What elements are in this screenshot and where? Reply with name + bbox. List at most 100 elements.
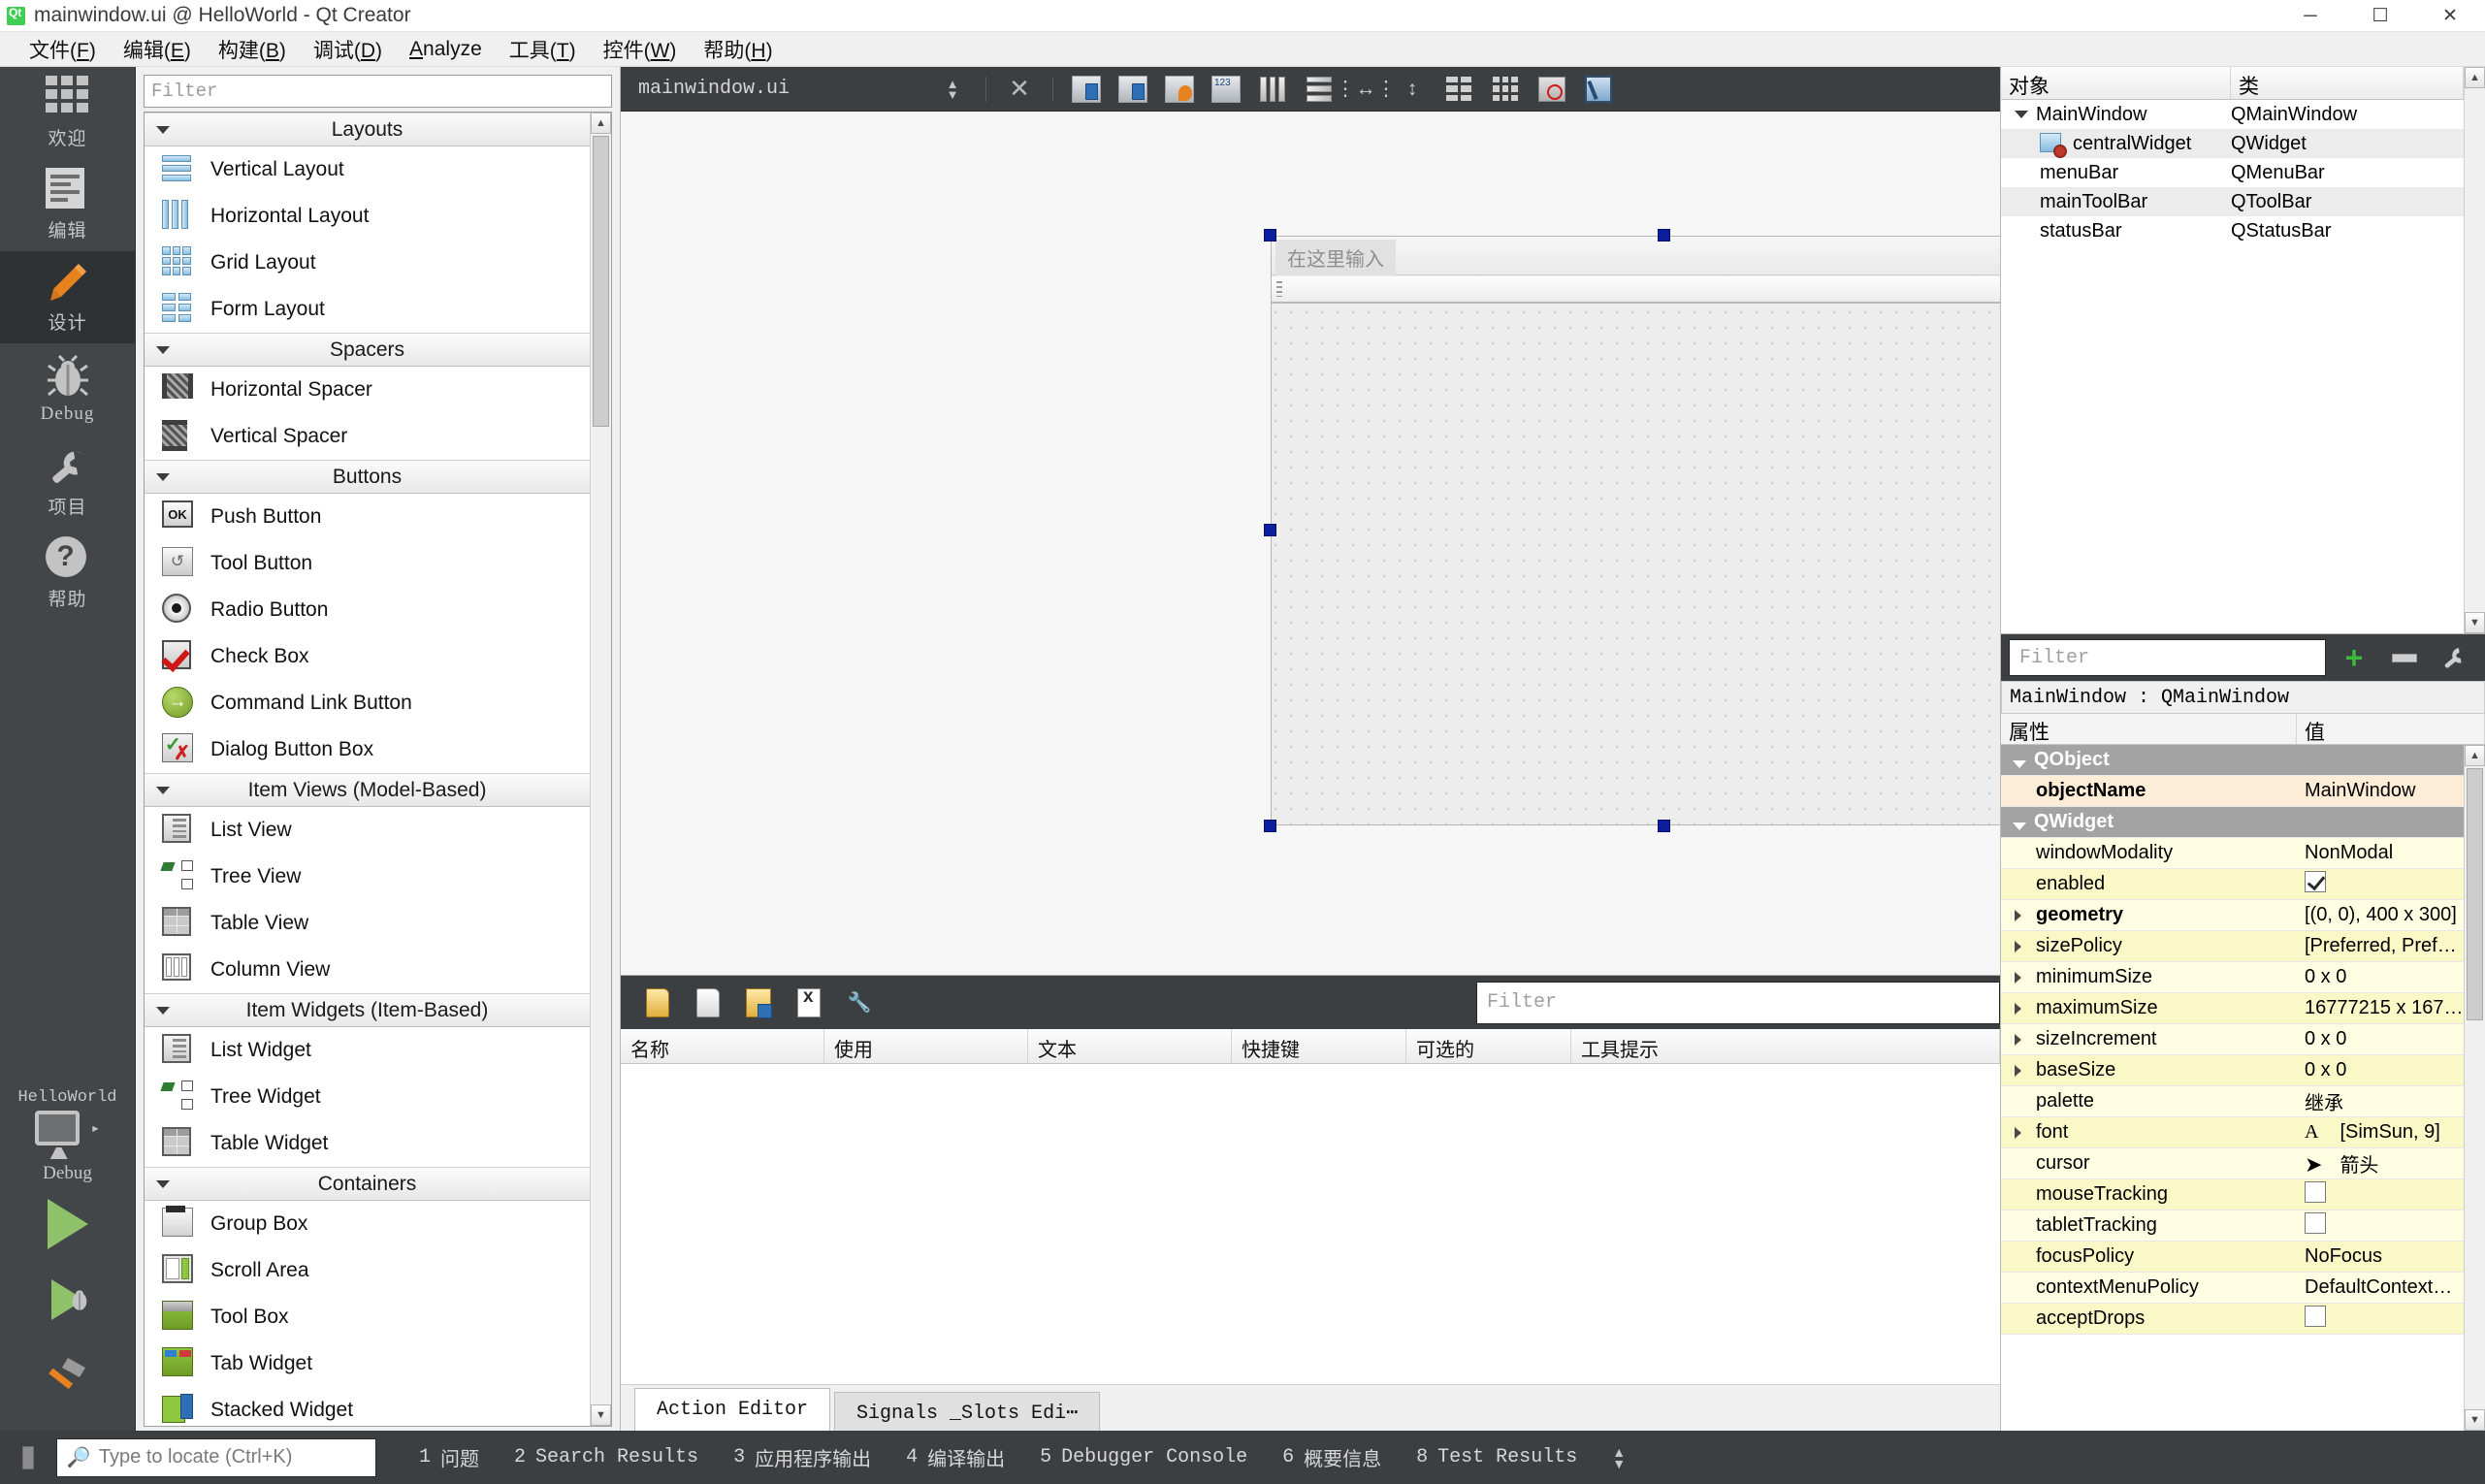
property-row[interactable]: QObject <box>2001 745 2464 776</box>
menu-item-0[interactable]: 文件(F) <box>16 31 110 68</box>
main-window-form[interactable]: 在这里输入 <box>1271 236 2000 825</box>
close-button[interactable]: ✕ <box>2415 0 2485 32</box>
property-row[interactable]: font A [SimSun, 9] <box>2001 1117 2464 1148</box>
output-pane-button-search-results[interactable]: 2 Search Results <box>497 1440 716 1474</box>
configure-property-icon[interactable] <box>2433 639 2477 676</box>
widget-filter-input[interactable] <box>144 75 612 108</box>
layout-form-icon[interactable] <box>1438 73 1479 106</box>
output-pane-button--[interactable]: 1 问题 <box>402 1437 497 1478</box>
property-value-cell[interactable]: 继承 <box>2297 1087 2464 1115</box>
property-row[interactable]: tabletTracking <box>2001 1210 2464 1242</box>
sidebar-item-debug[interactable]: Debug <box>0 343 135 436</box>
property-row[interactable]: enabled <box>2001 869 2464 900</box>
wrench-small-icon[interactable]: 🔧 <box>836 983 883 1023</box>
up-down-arrows-icon[interactable]: ▲ ▼ <box>1612 1445 1626 1470</box>
scroll-down-icon[interactable]: ▼ <box>591 1404 611 1426</box>
widget-item-scroll-area[interactable]: Scroll Area <box>145 1247 590 1294</box>
edit-buddies-icon[interactable] <box>1159 73 1200 106</box>
menu-item-6[interactable]: 控件(W) <box>590 31 691 68</box>
splitter-horizontal-icon[interactable]: ⋮↔⋮ <box>1336 73 1397 106</box>
edit-tab-order-icon[interactable] <box>1206 73 1246 106</box>
widget-item-horizontal-layout[interactable]: Horizontal Layout <box>145 193 590 240</box>
chevron-right-icon[interactable] <box>2015 1002 2021 1015</box>
layout-horizontal-icon[interactable] <box>1252 73 1293 106</box>
close-editor-button[interactable]: ✕ <box>999 73 1040 106</box>
object-inspector-scrollbar[interactable]: ▲ ▼ <box>2464 67 2485 633</box>
build-button[interactable] <box>0 1338 135 1413</box>
scroll-down-icon[interactable]: ▼ <box>2465 612 2485 633</box>
widget-item-push-button[interactable]: OK Push Button <box>145 494 590 540</box>
widget-item-horizontal-spacer[interactable]: Horizontal Spacer <box>145 367 590 413</box>
layout-vertical-icon[interactable] <box>1299 73 1339 106</box>
menu-item-1[interactable]: 编辑(E) <box>110 31 205 68</box>
property-value-cell[interactable]: [Preferred, Preferre... <box>2297 935 2464 957</box>
sidebar-item-edit[interactable]: 编辑 <box>0 159 135 251</box>
property-row[interactable]: objectName MainWindow <box>2001 776 2464 807</box>
kit-selector[interactable]: HelloWorld ▸ Debug <box>0 1082 135 1186</box>
property-value-cell[interactable] <box>2297 1180 2464 1209</box>
break-layout-icon[interactable] <box>1532 73 1572 106</box>
resize-handle-n[interactable] <box>1658 229 1670 242</box>
widget-item-tool-button[interactable]: ↺ Tool Button <box>145 540 590 587</box>
widget-item-list-widget[interactable]: List Widget <box>145 1027 590 1074</box>
property-value-cell[interactable]: 0 x 0 <box>2297 966 2464 988</box>
action-column-header[interactable]: 可选的 <box>1406 1029 1571 1063</box>
property-value-cell[interactable]: 0 x 0 <box>2297 1059 2464 1081</box>
menu-item-2[interactable]: 构建(B) <box>205 31 300 68</box>
object-tree-row[interactable]: menuBar QMenuBar <box>2001 158 2464 187</box>
checkbox-unchecked-icon[interactable] <box>2305 1180 2326 1203</box>
menu-item-5[interactable]: 工具(T) <box>496 31 590 68</box>
action-column-header[interactable]: 使用 <box>824 1029 1028 1063</box>
dock-tab-1[interactable]: Signals _Slots Edi⋯ <box>834 1392 1101 1431</box>
widget-category-header[interactable]: Layouts <box>145 113 590 146</box>
widget-box-scrollbar[interactable]: ▲ ▼ <box>590 113 611 1426</box>
scrollbar-thumb[interactable] <box>2467 768 2483 1020</box>
widget-item-tool-box[interactable]: Tool Box <box>145 1294 590 1340</box>
object-tree-row[interactable]: mainToolBar QToolBar <box>2001 187 2464 216</box>
sidebar-item-projects[interactable]: 项目 <box>0 436 135 528</box>
widget-item-check-box[interactable]: Check Box <box>145 633 590 680</box>
property-row[interactable]: mouseTracking <box>2001 1179 2464 1210</box>
menu-item-4[interactable]: Analyze <box>396 34 496 65</box>
widget-item-stacked-widget[interactable]: Stacked Widget <box>145 1387 590 1426</box>
property-value-cell[interactable]: A [SimSun, 9] <box>2297 1121 2464 1144</box>
property-value-cell[interactable] <box>2297 1211 2464 1240</box>
menu-item-3[interactable]: 调试(D) <box>300 31 396 68</box>
property-value-cell[interactable]: [(0, 0), 400 x 300] <box>2297 904 2464 926</box>
run-button[interactable] <box>0 1186 135 1262</box>
checkbox-checked-icon[interactable] <box>2305 870 2326 892</box>
property-row[interactable]: baseSize 0 x 0 <box>2001 1055 2464 1086</box>
action-column-header[interactable]: 快捷键 <box>1232 1029 1406 1063</box>
property-row[interactable]: sizeIncrement 0 x 0 <box>2001 1024 2464 1055</box>
resize-handle-sw[interactable] <box>1264 820 1276 832</box>
action-table-body[interactable] <box>621 1064 2000 1384</box>
property-row[interactable]: acceptDrops <box>2001 1304 2464 1335</box>
property-value-cell[interactable]: 16777215 x 16777... <box>2297 997 2464 1019</box>
sidebar-item-help[interactable]: ? 帮助 <box>0 528 135 620</box>
widget-item-group-box[interactable]: Group Box <box>145 1201 590 1247</box>
chevron-down-icon[interactable] <box>2013 823 2026 830</box>
scroll-up-icon[interactable]: ▲ <box>591 113 611 134</box>
output-pane-button-debugger-console[interactable]: 5 Debugger Console <box>1022 1440 1265 1474</box>
edit-signals-slots-icon[interactable] <box>1113 73 1153 106</box>
remove-property-icon[interactable] <box>2382 639 2427 676</box>
checkbox-unchecked-icon[interactable] <box>2305 1305 2326 1327</box>
action-filter-input[interactable] <box>1476 981 2000 1024</box>
maximize-button[interactable]: ☐ <box>2345 0 2415 32</box>
chevron-down-icon[interactable] <box>2015 111 2028 118</box>
chevron-right-icon[interactable] <box>2015 1064 2021 1077</box>
splitter-vertical-icon[interactable]: ↕ <box>1392 73 1433 106</box>
property-row[interactable]: contextMenuPolicy DefaultContextMenu <box>2001 1273 2464 1304</box>
menu-type-here-placeholder[interactable]: 在这里输入 <box>1275 240 1396 275</box>
layout-grid-icon[interactable] <box>1485 73 1526 106</box>
widget-item-table-widget[interactable]: Table Widget <box>145 1120 590 1167</box>
resize-handle-w[interactable] <box>1264 524 1276 536</box>
widget-item-list-view[interactable]: List View <box>145 807 590 854</box>
widget-category-header[interactable]: Item Views (Model-Based) <box>145 773 590 807</box>
property-scrollbar[interactable]: ▲ ▼ <box>2464 745 2485 1431</box>
widget-item-column-view[interactable]: Column View <box>145 947 590 993</box>
property-row[interactable]: sizePolicy [Preferred, Preferre... <box>2001 931 2464 962</box>
copy-page-icon[interactable] <box>685 983 731 1023</box>
form-tool-bar[interactable] <box>1272 276 2000 304</box>
paste-page-icon[interactable] <box>735 983 782 1023</box>
